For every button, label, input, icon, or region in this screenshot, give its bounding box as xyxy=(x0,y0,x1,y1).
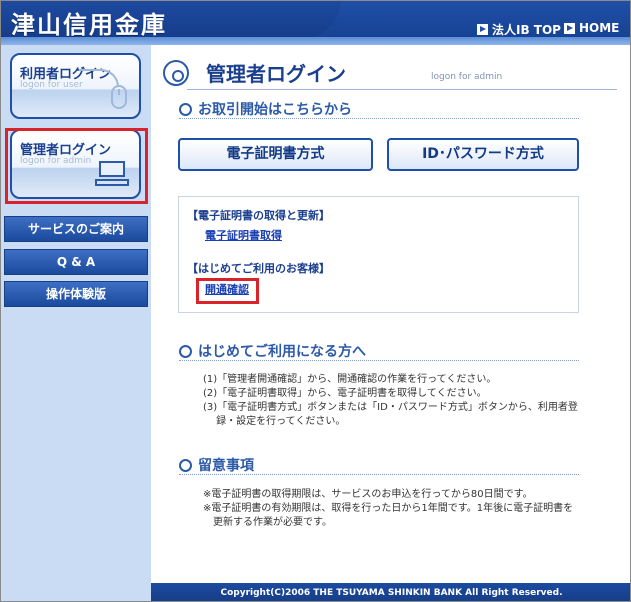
section-heading-start-text: お取引開始はこちらから xyxy=(198,102,352,118)
certificate-method-button[interactable]: 電子証明書方式 xyxy=(178,138,373,171)
instruction-line: (3)「電子証明書方式」ボタンまたは「ID・パスワード方式」ボタンから、利用者登 xyxy=(203,402,578,413)
note-line: ※電子証明書の有効期限は、取得を行った日から1年間です。1年後に電子証明書を xyxy=(203,503,574,514)
instruction-line: (1)「管理者開通確認」から、開通確認の作業を行ってください。 xyxy=(203,374,497,385)
mouse-cable-icon xyxy=(79,69,119,87)
bank-logo: 津山信用金庫 xyxy=(11,11,167,39)
section-heading-notes-text: 留意事項 xyxy=(198,458,254,474)
home-label: HOME xyxy=(579,21,620,35)
arrow-right-icon xyxy=(477,24,488,35)
user-login-subtitle: logon for user xyxy=(20,80,83,90)
instruction-line: (2)「電子証明書取得」から、電子証明書を取得してください。 xyxy=(203,388,487,399)
id-password-method-button[interactable]: ID･パスワード方式 xyxy=(387,138,579,171)
first-time-label: 【はじめてご利用のお客様】 xyxy=(187,262,330,275)
activation-link-highlight xyxy=(196,278,259,304)
circle-bullet-icon xyxy=(179,344,192,358)
cert-acquire-label: 【電子証明書の取得と更新】 xyxy=(187,209,330,222)
sidebar: 利用者ログイン logon for user 管理者ログイン logon for… xyxy=(1,45,151,583)
sidebar-item-qa[interactable]: Q & A xyxy=(4,249,148,275)
page-title: 管理者ログイン xyxy=(206,62,346,86)
circle-bullet-icon xyxy=(179,102,192,116)
title-underline xyxy=(187,89,617,90)
main-content: 管理者ログイン logon for admin お取引開始はこちらから 電子証明… xyxy=(151,45,630,583)
home-link[interactable]: HOME xyxy=(564,21,619,35)
cert-acquire-link[interactable]: 電子証明書取得 xyxy=(205,227,282,243)
section-heading-first-time-text: はじめてご利用になる方へ xyxy=(198,344,366,360)
certificate-info-box: 【電子証明書の取得と更新】 電子証明書取得 【はじめてご利用のお客様】 開通確認 xyxy=(178,196,579,313)
note-line: ※電子証明書の取得期限は、サービスのお申込を行ってから80日間です。 xyxy=(203,489,533,500)
corporate-ib-top-link[interactable]: 法人IB TOP xyxy=(477,21,561,38)
browser-page: 津山信用金庫 法人IB TOP HOME 利用者ログイン logon for u… xyxy=(0,0,631,602)
arrow-right-icon xyxy=(564,22,575,34)
page-title-subtitle: logon for admin xyxy=(431,72,503,82)
section-divider xyxy=(179,474,579,475)
copyright-footer: Copyright(C)2006 THE TSUYAMA SHINKIN BAN… xyxy=(151,583,630,601)
note-line: 更新する作業が必要です。 xyxy=(203,517,332,528)
mouse-icon xyxy=(111,85,127,109)
site-header: 津山信用金庫 法人IB TOP HOME xyxy=(1,1,630,45)
footer-sidebar-fill xyxy=(1,583,151,601)
sidebar-item-demo[interactable]: 操作体験版 xyxy=(4,281,148,307)
instruction-line: 録・設定を行ってください。 xyxy=(203,416,346,427)
circle-bullet-icon xyxy=(179,458,192,472)
section-divider xyxy=(179,360,579,361)
admin-login-highlight xyxy=(5,128,148,204)
section-divider xyxy=(179,118,579,119)
corporate-ib-top-label: 法人IB TOP xyxy=(492,23,561,37)
section-heading-start: お取引開始はこちらから xyxy=(179,99,352,119)
section-heading-notes: 留意事項 xyxy=(179,455,254,475)
section-heading-first-time: はじめてご利用になる方へ xyxy=(179,341,366,361)
sidebar-item-service-guide[interactable]: サービスのご案内 xyxy=(4,216,148,242)
title-swirl-icon xyxy=(163,60,189,86)
user-login-button[interactable]: 利用者ログイン logon for user xyxy=(10,53,141,119)
